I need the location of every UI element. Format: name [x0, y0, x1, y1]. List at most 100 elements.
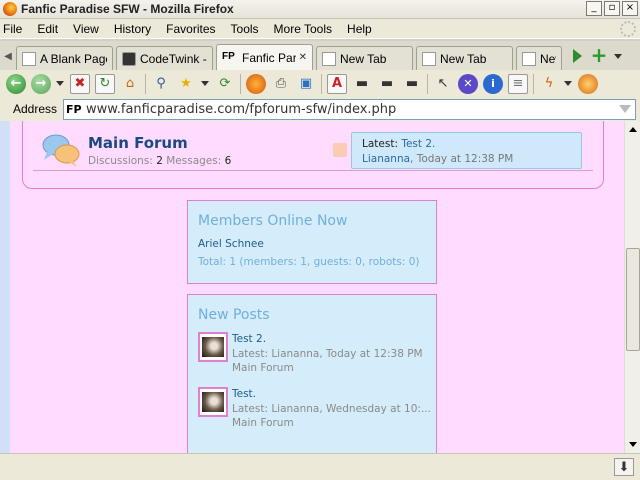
post-latest: Latest: Liananna, Today at 12:38 PM	[232, 347, 423, 360]
back-button[interactable]: ←	[6, 73, 26, 94]
latest-user-link[interactable]: Liananna	[362, 153, 410, 165]
addon-gear-icon[interactable]	[578, 73, 598, 94]
url-text[interactable]: www.fanficparadise.com/fpforum-sfw/index…	[86, 102, 396, 117]
home-button[interactable]: ⌂	[120, 74, 140, 94]
post-title-link[interactable]: Test 2.	[232, 332, 423, 347]
tab-label: Fanfic Par...	[242, 50, 296, 65]
minimize-button[interactable]: _	[586, 1, 602, 16]
members-online-title[interactable]: Members Online Now	[198, 213, 436, 229]
scroll-down-button[interactable]	[625, 436, 640, 453]
rss-icon[interactable]	[333, 143, 347, 157]
status-bar: ⬇	[0, 453, 640, 480]
post-forum: Main Forum	[232, 362, 294, 374]
menu-view[interactable]: View	[73, 22, 99, 36]
address-bar: Address FP www.fanficparadise.com/fpforu…	[0, 97, 640, 121]
new-posts-panel: New Posts Test 2. Latest: Liananna, Toda…	[187, 294, 437, 453]
navigation-toolbar: ← → ✖ ↻ ⌂ ⚲ ★ ⟳ ⎙ ▣ A ▬ ▬ ▬ ↖ ✕ i ≡ ϟ	[0, 70, 640, 97]
search-icon[interactable]: ⚲	[151, 74, 171, 94]
avatar-image	[202, 392, 224, 412]
tab-scroll-left-icon[interactable]: ◀	[0, 45, 16, 67]
bookmark-star-icon[interactable]: ★	[176, 74, 196, 94]
window-titlebar: Fanfic Paradise SFW - Mozilla Firefox _ …	[0, 0, 640, 19]
puzzle-icon	[22, 51, 36, 66]
post-title-link[interactable]: Test.	[232, 387, 431, 402]
tab-list-dropdown-icon[interactable]	[614, 53, 622, 59]
latest-post-box: Latest: Test 2. Liananna, Today at 12:38…	[351, 132, 582, 169]
menu-file[interactable]: File	[3, 22, 22, 36]
tab-new-tab[interactable]: New Tab	[316, 46, 413, 70]
online-member-link[interactable]: Ariel Schnee	[198, 238, 436, 250]
chevron-up-icon	[628, 127, 637, 132]
tab-blank-page[interactable]: A Blank Page	[16, 46, 113, 70]
tab-codetwink[interactable]: CodeTwink -...	[116, 46, 213, 70]
tab-close-icon[interactable]: ✕	[299, 52, 307, 63]
url-dropdown-icon[interactable]	[619, 104, 632, 113]
menu-tools[interactable]: Tools	[231, 22, 259, 36]
address-label: Address	[13, 102, 58, 116]
window-title: Fanfic Paradise SFW - Mozilla Firefox	[21, 2, 234, 16]
tab-new-tab[interactable]: New	[516, 46, 562, 70]
close-button[interactable]: ×	[622, 1, 638, 16]
list-item: Test 2. Latest: Liananna, Today at 12:38…	[198, 332, 428, 378]
scroll-up-button[interactable]	[625, 121, 640, 138]
block-icon[interactable]: ✕	[458, 73, 478, 94]
menu-history[interactable]: History	[114, 22, 151, 36]
forum-node-card: Main Forum Discussions: 2 Messages: 6 La…	[22, 121, 604, 189]
menu-help[interactable]: Help	[347, 22, 372, 36]
document-icon[interactable]: ≡	[508, 73, 528, 94]
page-viewport: Main Forum Discussions: 2 Messages: 6 La…	[0, 121, 624, 453]
reload-button[interactable]: ↻	[95, 73, 115, 94]
new-posts-title: New Posts	[198, 307, 270, 323]
online-total: Total: 1 (members: 1, guests: 0, robots:…	[198, 256, 420, 268]
post-forum: Main Forum	[232, 417, 294, 429]
addon-dropdown-icon[interactable]	[564, 81, 572, 86]
chat-bubbles-icon	[42, 134, 80, 167]
tab-fanfic-paradise[interactable]: FP Fanfic Par... ✕	[216, 44, 313, 70]
menu-favorites[interactable]: Favorites	[166, 22, 215, 36]
history-dropdown-icon[interactable]	[56, 81, 64, 86]
bookmarks-dropdown-icon[interactable]	[201, 81, 209, 86]
tab-new-tab[interactable]: New Tab	[416, 46, 513, 70]
info-icon[interactable]: i	[483, 73, 503, 94]
menu-more-tools[interactable]: More Tools	[274, 22, 332, 36]
latest-label: Latest:	[362, 138, 398, 150]
forum-title-link[interactable]: Main Forum	[88, 134, 188, 152]
cursor-icon[interactable]: ↖	[433, 74, 453, 94]
messages-label: Messages:	[166, 155, 222, 167]
print-icon[interactable]: ⎙	[271, 74, 291, 94]
lightning-icon[interactable]: ϟ	[539, 74, 559, 94]
latest-thread-link[interactable]: Test 2.	[401, 138, 435, 150]
vertical-scrollbar[interactable]	[624, 121, 640, 453]
firefox-logo-icon	[3, 2, 17, 16]
stop-button[interactable]: ✖	[70, 73, 90, 94]
screenshot-icon[interactable]: ▣	[296, 74, 316, 94]
avatar[interactable]	[198, 387, 228, 417]
sync-icon[interactable]: ⟳	[215, 74, 235, 94]
toolbar-separator	[145, 73, 146, 94]
tab-bar: ◀ A Blank Page CodeTwink -... FP Fanfic …	[0, 41, 640, 70]
throbber-icon	[620, 21, 636, 37]
menu-edit[interactable]: Edit	[37, 22, 58, 36]
page-left-strip	[0, 121, 10, 453]
forward-button[interactable]: →	[31, 73, 51, 94]
monitor-icon[interactable]: ▬	[352, 74, 372, 94]
url-input[interactable]: FP www.fanficparadise.com/fpforum-sfw/in…	[63, 98, 637, 120]
pdf-icon[interactable]: A	[327, 73, 347, 94]
fp-favicon-icon: FP	[222, 50, 235, 62]
webcam-icon	[122, 51, 136, 66]
firefox-icon[interactable]	[246, 73, 266, 94]
new-tab-button[interactable]: +	[588, 45, 610, 67]
tab-label: CodeTwink -...	[140, 51, 207, 66]
avatar[interactable]	[198, 332, 228, 362]
monitor-icon[interactable]: ▬	[402, 74, 422, 94]
page-icon	[522, 51, 536, 66]
messages-count: 6	[224, 155, 232, 167]
maximize-button[interactable]: ▫	[604, 1, 620, 16]
download-arrow-icon[interactable]: ⬇	[614, 458, 634, 476]
monitor-icon[interactable]: ▬	[377, 74, 397, 94]
scrollbar-thumb[interactable]	[626, 248, 640, 351]
tab-scroll-right-icon[interactable]	[573, 49, 582, 63]
page-icon	[422, 51, 436, 66]
tab-label: New Tab	[440, 51, 487, 66]
page-icon	[322, 51, 336, 66]
